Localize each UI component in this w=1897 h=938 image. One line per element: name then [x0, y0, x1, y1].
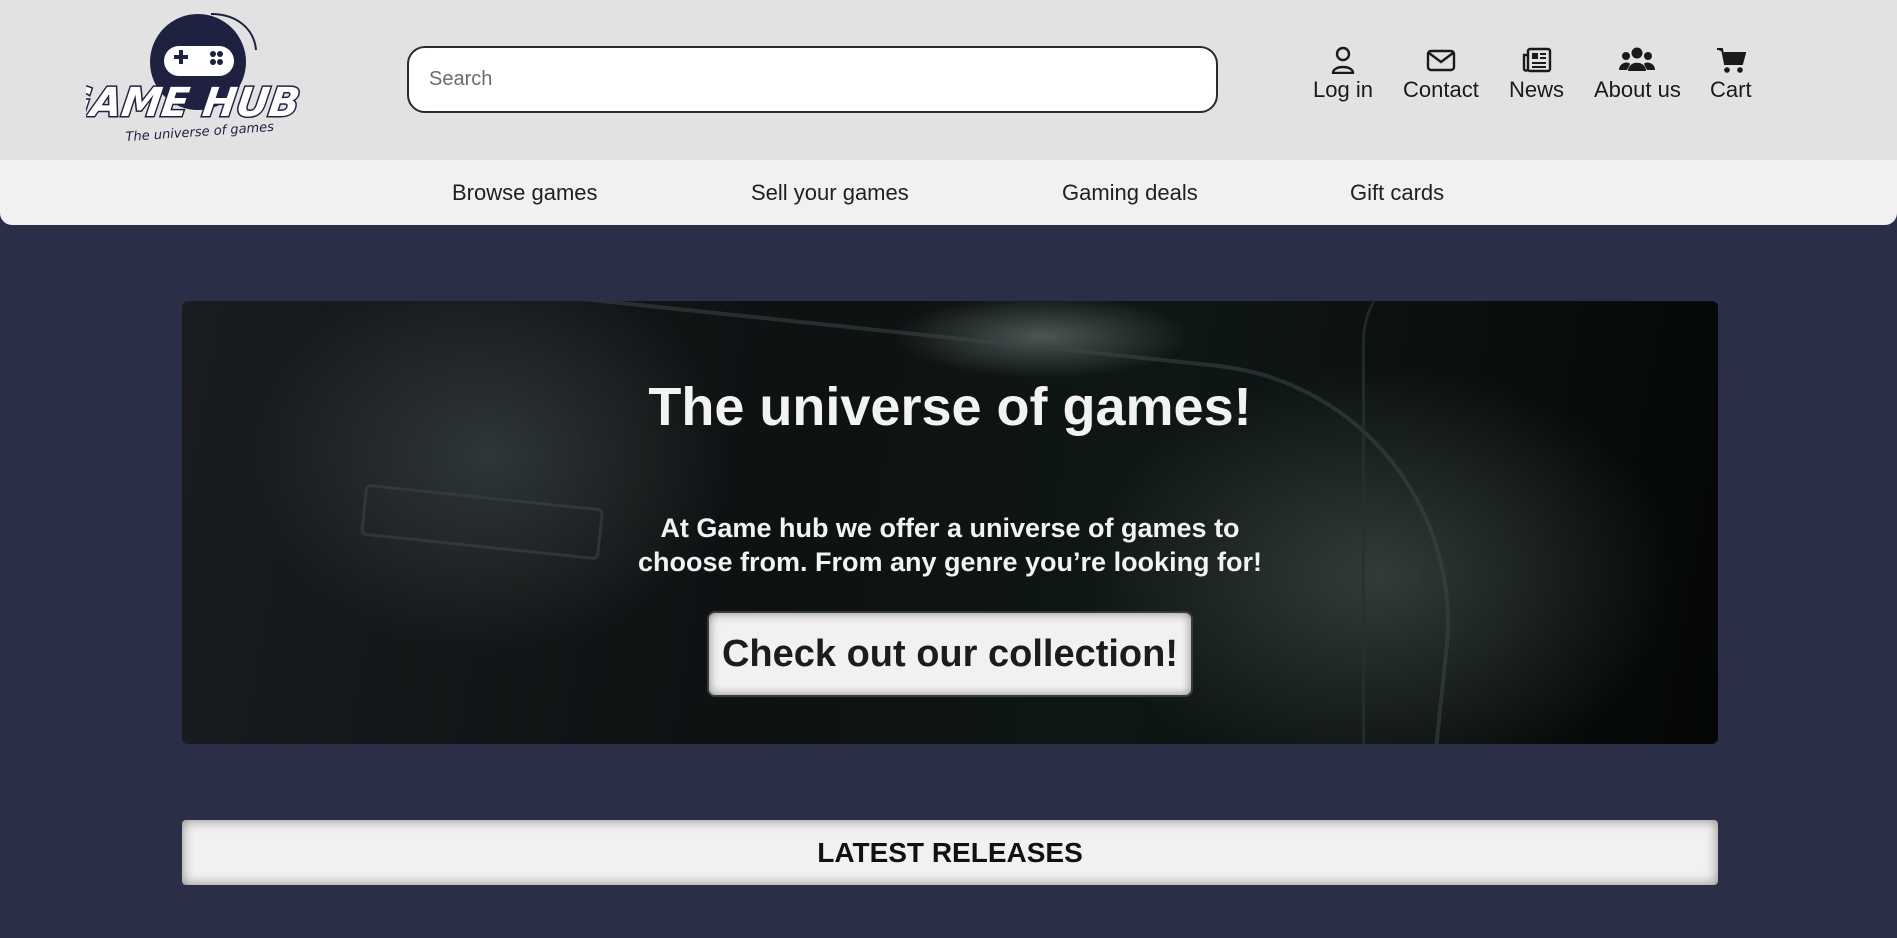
cart-link[interactable]: Cart — [1710, 46, 1752, 110]
logo-wordmark: GAME HUB — [86, 80, 301, 126]
site-header: GAME HUB The universe of games Log in Co… — [0, 0, 1897, 160]
collection-button[interactable]: Check out our collection! — [707, 611, 1193, 697]
user-icon — [1331, 46, 1355, 74]
logo-graphic: GAME HUB The universe of games — [86, 13, 301, 145]
cart-icon — [1716, 48, 1746, 73]
hero-banner: The universe of games! At Game hub we of… — [182, 301, 1718, 744]
about-link[interactable]: About us — [1594, 46, 1681, 110]
nav-sell-your-games[interactable]: Sell your games — [751, 160, 909, 225]
nav-gaming-deals[interactable]: Gaming deals — [1062, 160, 1198, 225]
latest-releases-heading: LATEST RELEASES — [182, 820, 1718, 885]
about-label: About us — [1594, 77, 1681, 102]
nav-gift-cards[interactable]: Gift cards — [1350, 160, 1444, 225]
news-label: News — [1509, 77, 1565, 102]
login-link[interactable]: Log in — [1313, 46, 1373, 110]
news-link[interactable]: News — [1509, 46, 1564, 110]
nav-browse-games[interactable]: Browse games — [452, 160, 598, 225]
users-icon — [1619, 47, 1656, 71]
contact-label: Contact — [1403, 77, 1479, 102]
search-input[interactable] — [429, 68, 1196, 91]
hero-background-shape — [1362, 301, 1718, 744]
contact-link[interactable]: Contact — [1403, 46, 1479, 110]
hero-title: The universe of games! — [648, 377, 1252, 437]
hero-description: At Game hub we offer a universe of games… — [637, 513, 1263, 577]
newspaper-icon — [1522, 47, 1551, 73]
login-label: Log in — [1313, 77, 1373, 102]
envelope-icon — [1426, 49, 1456, 72]
search-box[interactable] — [407, 46, 1218, 113]
cart-label: Cart — [1710, 77, 1752, 102]
main-nav: Browse games Sell your games Gaming deal… — [0, 160, 1897, 225]
game-hub-logo[interactable]: GAME HUB The universe of games — [86, 10, 301, 145]
